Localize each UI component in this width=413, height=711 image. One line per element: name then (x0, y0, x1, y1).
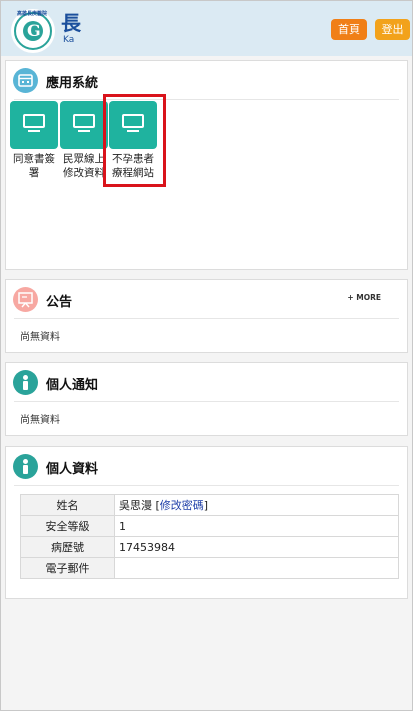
notification-empty-text: 尚無資料 (20, 415, 60, 426)
logo-mark: G (27, 21, 41, 40)
info-icon-bar (23, 381, 28, 390)
info-icon (13, 454, 38, 479)
notification-panel: 個人通知 尚無資料 (5, 362, 408, 436)
notice-divider (14, 318, 399, 319)
app-tile-consent[interactable] (10, 101, 58, 149)
apps-title: 應用系統 (46, 76, 99, 91)
logo-arc-text: 高雄長庚醫院 (17, 11, 48, 17)
table-row: 電子郵件 (20, 557, 399, 579)
notification-divider (14, 401, 399, 402)
security-level-label: 安全等級 (20, 515, 115, 537)
logout-button[interactable]: 登出 (375, 19, 410, 40)
monitor-stand (28, 130, 40, 132)
notice-panel: 公告 + MORE 尚無資料 (5, 279, 408, 353)
notice-title: 公告 (46, 295, 73, 310)
home-button[interactable]: 首頁 (331, 19, 367, 40)
info-icon-dot (23, 459, 28, 464)
medical-record-value: 17453984 (114, 536, 399, 558)
notice-empty-text: 尚無資料 (20, 332, 60, 343)
top-bar: G 高雄長庚醫院 長 Ka 首頁 登出 (1, 1, 412, 56)
email-label: 電子郵件 (20, 557, 115, 579)
notice-header: 公告 + MORE (6, 280, 407, 319)
profile-table: 姓名 吳思漫 [修改密碼] 安全等級 1 病歷號 17453984 電子郵件 (20, 494, 399, 579)
hospital-logo[interactable]: G 高雄長庚醫院 (11, 9, 55, 53)
table-row: 姓名 吳思漫 [修改密碼] (20, 494, 399, 516)
notification-header: 個人通知 (6, 363, 407, 402)
calendar-icon (13, 68, 38, 93)
profile-panel: 個人資料 姓名 吳思漫 [修改密碼] 安全等級 1 病歷號 17453984 電… (5, 446, 408, 599)
announcement-icon (13, 287, 38, 312)
info-icon-dot (23, 375, 28, 380)
notification-title: 個人通知 (46, 378, 99, 393)
medical-record-label: 病歷號 (20, 536, 115, 558)
info-icon-bar (23, 465, 28, 474)
monitor-icon (23, 114, 45, 128)
app-tile-profile-edit[interactable] (60, 101, 108, 149)
selection-highlight (103, 94, 166, 187)
brand-subtitle: Ka (63, 35, 75, 45)
name-value: 吳思漫 (119, 499, 152, 512)
apps-divider (14, 99, 399, 100)
change-password-link[interactable]: 修改密碼 (160, 499, 204, 512)
info-icon (13, 370, 38, 395)
table-row: 安全等級 1 (20, 515, 399, 537)
more-link[interactable]: + MORE (347, 293, 381, 302)
profile-divider (14, 485, 399, 486)
security-level-value: 1 (114, 515, 399, 537)
profile-title: 個人資料 (46, 462, 99, 477)
table-row: 病歷號 17453984 (20, 536, 399, 558)
link-bracket-open: [ (152, 499, 160, 512)
apps-header: 應用系統 (6, 61, 407, 100)
monitor-stand (78, 130, 90, 132)
link-bracket-close: ] (203, 499, 209, 512)
brand-glyph: 長 (61, 11, 81, 35)
name-value-cell: 吳思漫 [修改密碼] (114, 494, 399, 516)
app-label-consent[interactable]: 同意書簽署 (8, 152, 60, 180)
name-label: 姓名 (20, 494, 115, 516)
monitor-icon (73, 114, 95, 128)
email-value (114, 557, 399, 579)
apps-panel: 應用系統 同意書簽署 民眾線上修改資料 不孕患者療程網站 ..... (5, 60, 408, 270)
profile-header: 個人資料 (6, 447, 407, 486)
